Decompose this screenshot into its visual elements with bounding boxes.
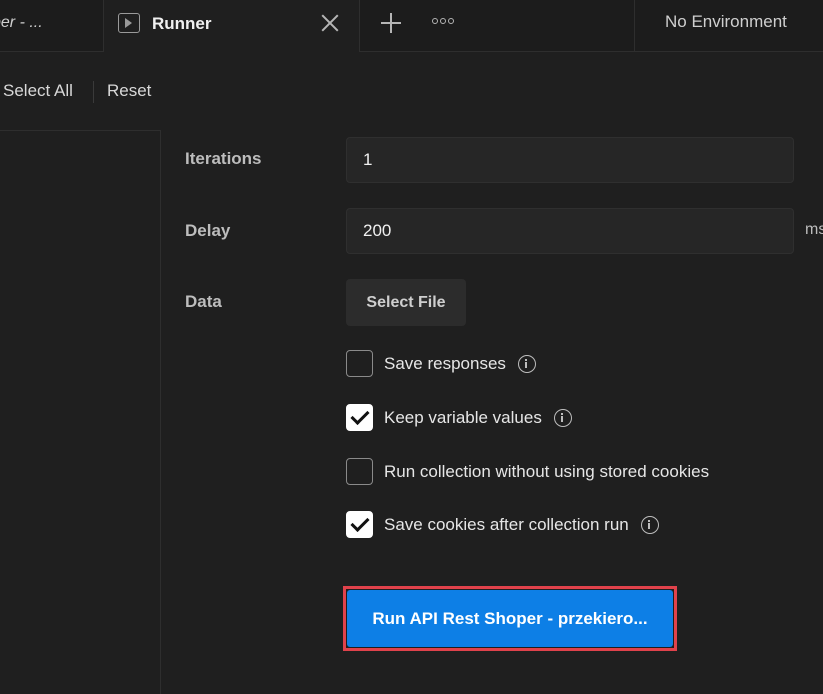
- select-file-button[interactable]: Select File: [346, 279, 466, 326]
- save-cookies-label: Save cookies after collection run: [384, 514, 629, 534]
- info-icon[interactable]: [553, 408, 572, 427]
- run-without-cookies-label: Run collection without using stored cook…: [384, 461, 710, 481]
- save-responses-checkbox[interactable]: [346, 350, 373, 377]
- tab-previous-label: per - ...: [0, 14, 43, 31]
- option-run-without-cookies[interactable]: Run collection without using stored cook…: [346, 458, 709, 485]
- environment-selector[interactable]: No Environment: [634, 0, 823, 52]
- iterations-input[interactable]: 1: [346, 137, 794, 183]
- more-options-icon[interactable]: [432, 18, 454, 24]
- data-label: Data: [185, 292, 222, 311]
- iterations-label: Iterations: [185, 149, 262, 168]
- option-save-responses[interactable]: Save responses: [346, 350, 536, 377]
- delay-input[interactable]: 200: [346, 208, 794, 254]
- tab-bar: per - ... Runner No Environment: [0, 0, 823, 52]
- delay-label: Delay: [185, 221, 231, 240]
- run-without-cookies-checkbox[interactable]: [346, 458, 373, 485]
- delay-unit-label: ms: [805, 221, 823, 238]
- tab-runner-label: Runner: [152, 14, 212, 33]
- tab-runner[interactable]: Runner: [104, 0, 360, 52]
- info-icon[interactable]: [517, 354, 536, 373]
- info-icon[interactable]: [640, 515, 659, 534]
- request-list-panel: [0, 130, 161, 694]
- tab-previous[interactable]: per - ...: [0, 0, 104, 52]
- close-tab-icon[interactable]: [319, 12, 341, 34]
- keep-variable-values-checkbox[interactable]: [346, 404, 373, 431]
- save-cookies-checkbox[interactable]: [346, 511, 373, 538]
- run-collection-button[interactable]: Run API Rest Shoper - przekiero...: [347, 590, 673, 647]
- select-all-button[interactable]: Select All: [3, 81, 73, 101]
- toolbar-divider: [93, 81, 94, 103]
- save-responses-label: Save responses: [384, 353, 506, 373]
- option-save-cookies[interactable]: Save cookies after collection run: [346, 511, 659, 538]
- environment-label: No Environment: [665, 12, 787, 31]
- option-keep-variable-values[interactable]: Keep variable values: [346, 404, 572, 431]
- new-tab-plus-icon[interactable]: [380, 12, 402, 34]
- reset-button[interactable]: Reset: [107, 81, 151, 101]
- runner-play-icon: [118, 13, 140, 33]
- keep-variable-values-label: Keep variable values: [384, 407, 542, 427]
